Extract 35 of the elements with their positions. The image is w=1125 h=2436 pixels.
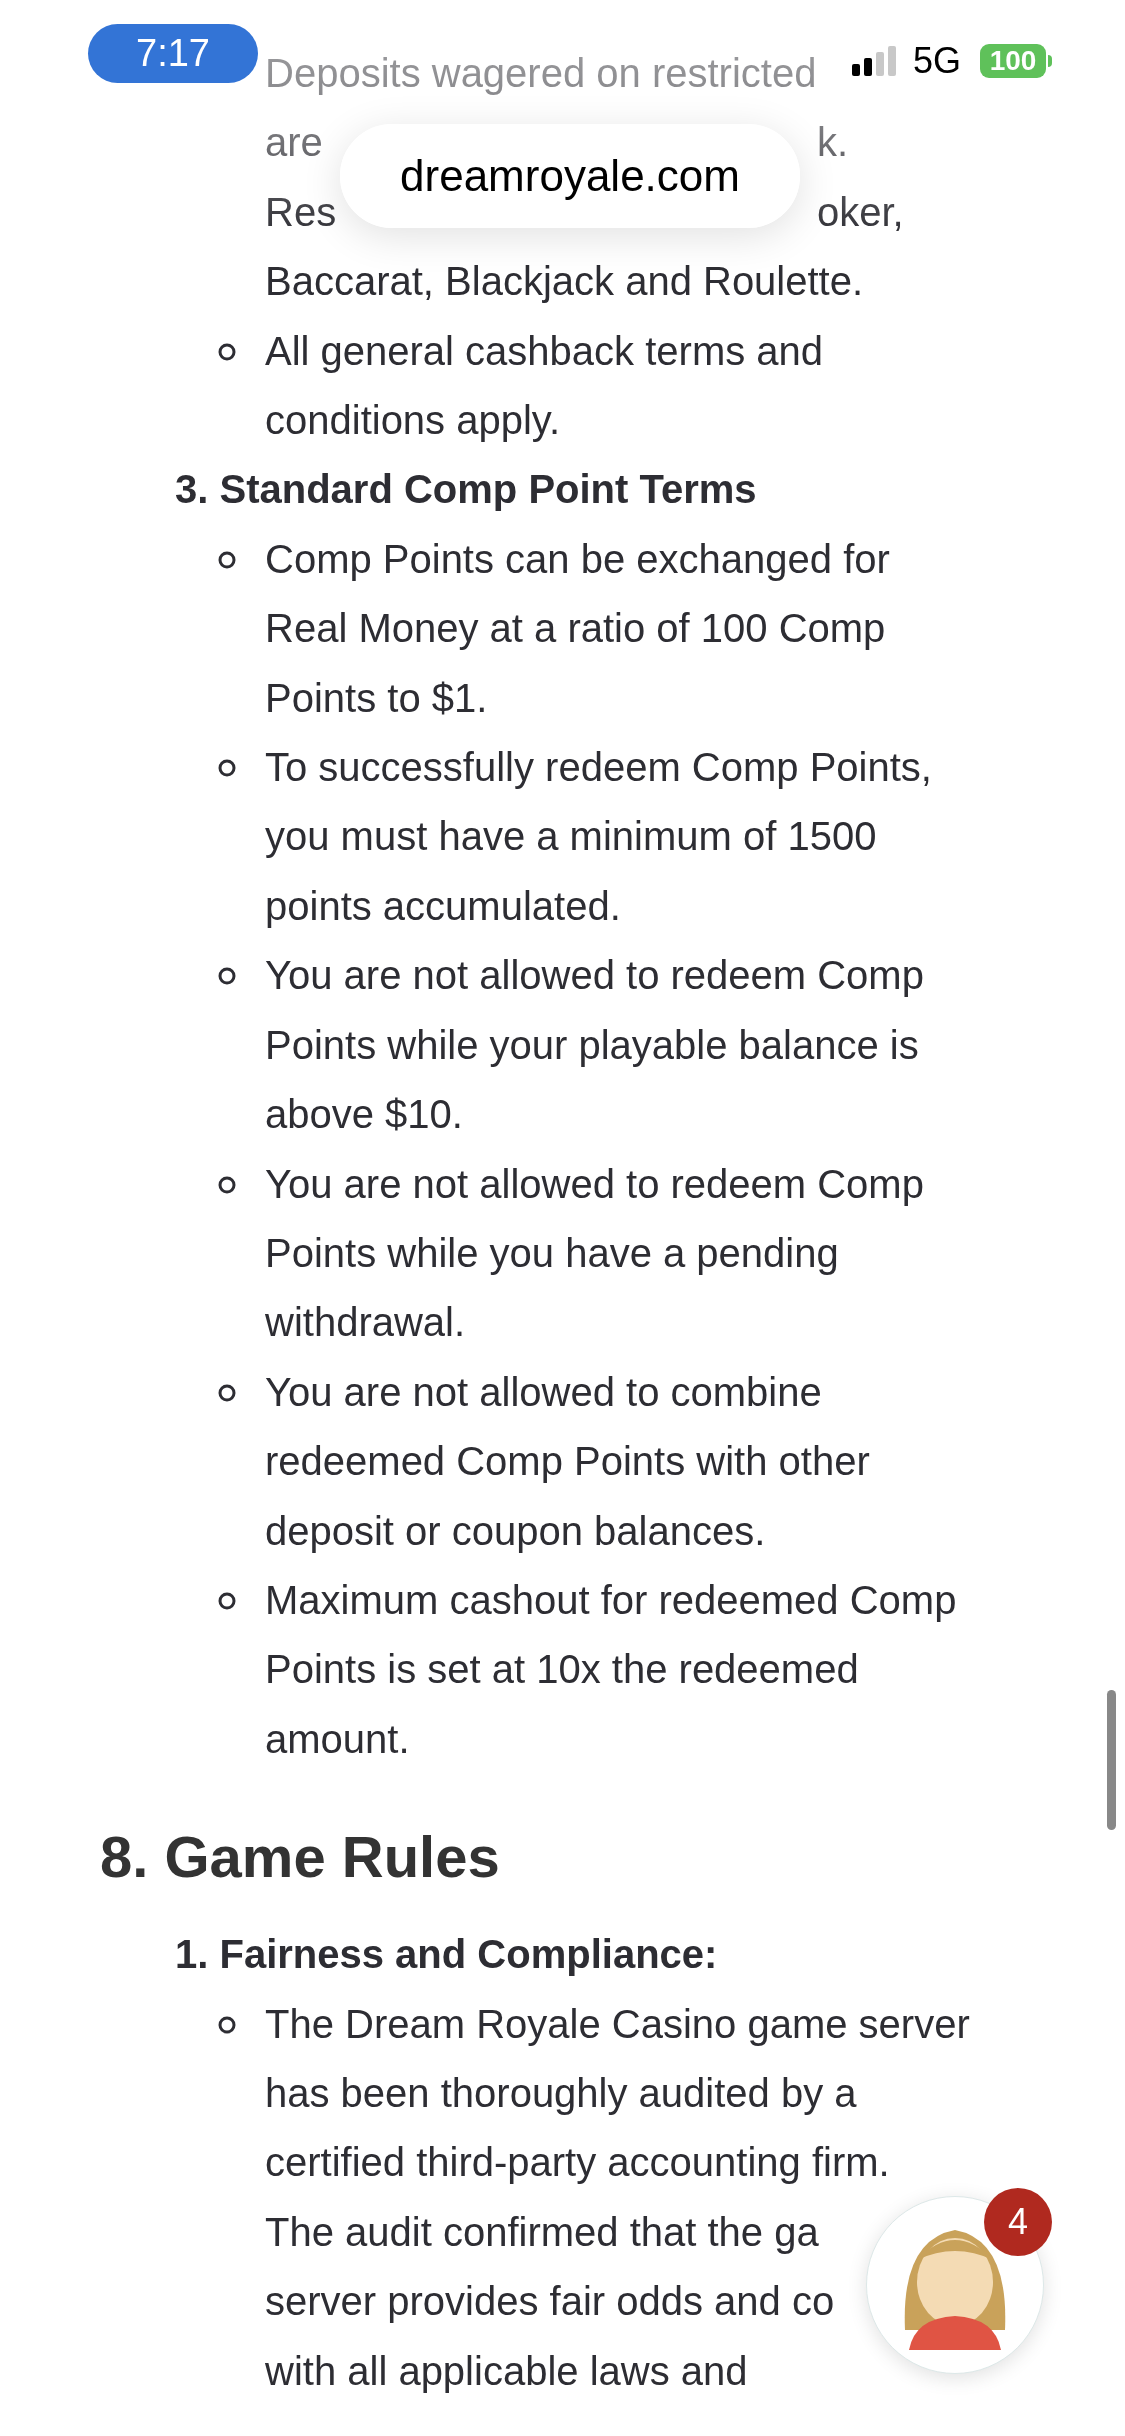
text-line: certified third-party accounting firm.	[265, 2139, 890, 2187]
time-pill[interactable]: 7:17	[88, 24, 258, 83]
text-line: Baccarat, Blackjack and Roulette.	[265, 258, 864, 306]
bullet-icon	[217, 341, 237, 362]
text-line: The audit confirmed that the ga	[265, 2208, 819, 2256]
scrollbar[interactable]	[1107, 1690, 1116, 1830]
list-item-text: You are not allowed to combine redeemed Comp Points with other deposit or coupon balances.	[265, 1368, 870, 1555]
text-fragment: k.	[817, 119, 849, 167]
bullet-icon	[217, 2014, 237, 2035]
text-line: Deposits wagered on restricted	[265, 50, 817, 97]
bullet-icon	[217, 1590, 237, 1611]
text-fragment: Res	[265, 188, 337, 236]
list-item-text: All general cashback terms and conditions apply.	[265, 327, 824, 445]
bullet-icon	[217, 1382, 237, 1403]
bullet-icon	[217, 966, 237, 987]
text-fragment: oker,	[817, 188, 904, 236]
list-item-text: You are not allowed to redeem Comp Points while you have a pending withdrawal.	[265, 1160, 924, 1347]
list-item-text: Maximum cashout for redeemed Comp Points is set at 10x the redeemed amount.	[265, 1576, 957, 1763]
text-line: has been thoroughly audited by a	[265, 2069, 857, 2117]
text-line: with all applicable laws and	[265, 2347, 748, 2395]
address-bar[interactable]: dreamroyale.com	[340, 124, 800, 228]
section-heading: 8. Game Rules	[100, 1823, 501, 1892]
notification-badge: 4	[984, 2188, 1052, 2256]
bullet-icon	[217, 549, 237, 570]
list-item-text: You are not allowed to redeem Comp Points while your playable balance is above $10.	[265, 952, 924, 1139]
bullet-icon	[217, 758, 237, 779]
numbered-subheading: 1. Fairness and Compliance:	[175, 1931, 718, 1979]
bullet-icon	[217, 1174, 237, 1195]
list-item-text: Comp Points can be exchanged for Real Money at a ratio of 100 Comp Points to $1.	[265, 535, 890, 722]
text-fragment: are	[265, 119, 323, 167]
text-line: server provides fair odds and co	[265, 2278, 835, 2326]
list-item-text: To successfully redeem Comp Points, you must have a minimum of 1500 points accumulated.	[265, 744, 932, 930]
network-label: 5G	[913, 40, 962, 82]
numbered-subheading: 3. Standard Comp Point Terms	[175, 466, 757, 514]
text-line: The Dream Royale Casino game server	[265, 2000, 970, 2048]
